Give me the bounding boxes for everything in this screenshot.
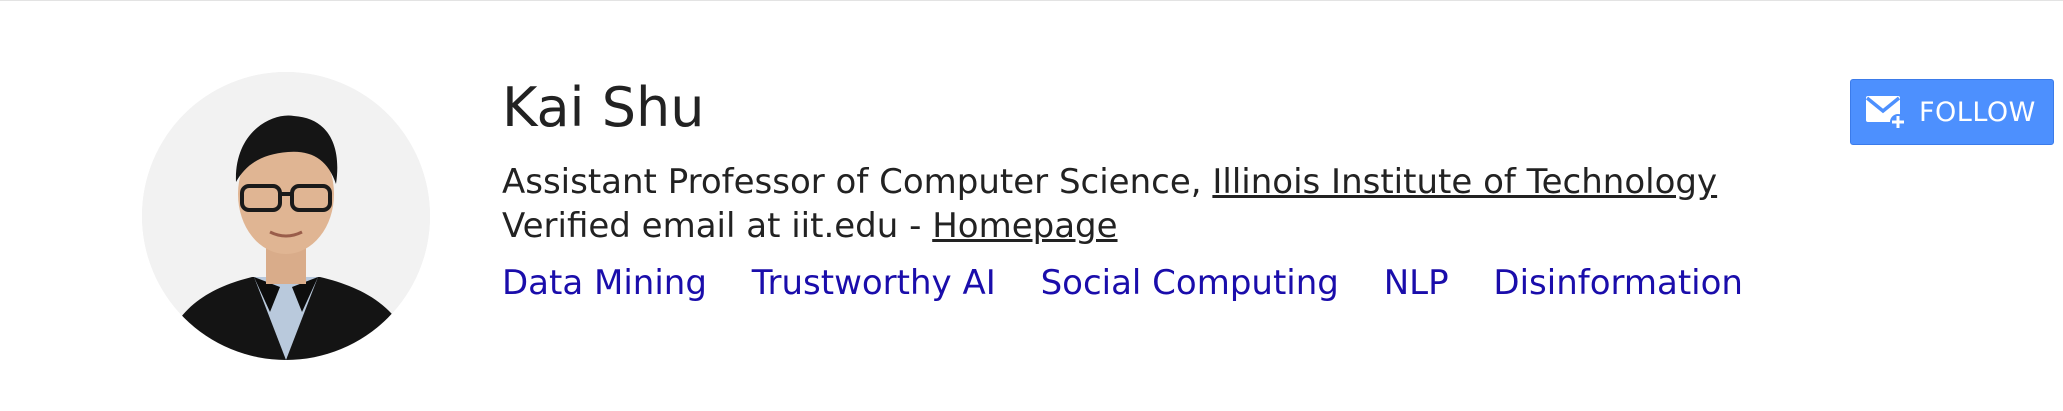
profile-info: Kai Shu Assistant Professor of Computer … xyxy=(502,70,1743,308)
profile-name: Kai Shu xyxy=(502,76,705,139)
follow-button[interactable]: FOLLOW xyxy=(1850,79,2054,145)
interest-link-nlp[interactable]: NLP xyxy=(1384,263,1449,303)
top-divider xyxy=(0,0,2063,1)
profile-avatar xyxy=(142,72,430,360)
institution-link[interactable]: Illinois Institute of Technology xyxy=(1212,162,1717,202)
interest-link-trustworthy-ai[interactable]: Trustworthy AI xyxy=(752,263,996,303)
follow-label: FOLLOW xyxy=(1919,96,2036,128)
email-plus-icon xyxy=(1865,96,1906,130)
interest-link-social-computing[interactable]: Social Computing xyxy=(1041,263,1339,303)
profile-photo-illustration xyxy=(142,72,430,360)
affiliation-line: Assistant Professor of Computer Science,… xyxy=(502,160,1717,204)
email-line: Verified email at iit.edu - Homepage xyxy=(502,204,1702,248)
research-interests: Data Mining Trustworthy AI Social Comput… xyxy=(502,258,1743,308)
verified-email-text: Verified email at iit.edu - xyxy=(502,206,933,246)
position-text: Assistant Professor of Computer Science, xyxy=(502,162,1213,202)
interest-link-disinformation[interactable]: Disinformation xyxy=(1493,263,1743,303)
interest-link-data-mining[interactable]: Data Mining xyxy=(502,263,707,303)
homepage-link[interactable]: Homepage xyxy=(932,206,1117,246)
